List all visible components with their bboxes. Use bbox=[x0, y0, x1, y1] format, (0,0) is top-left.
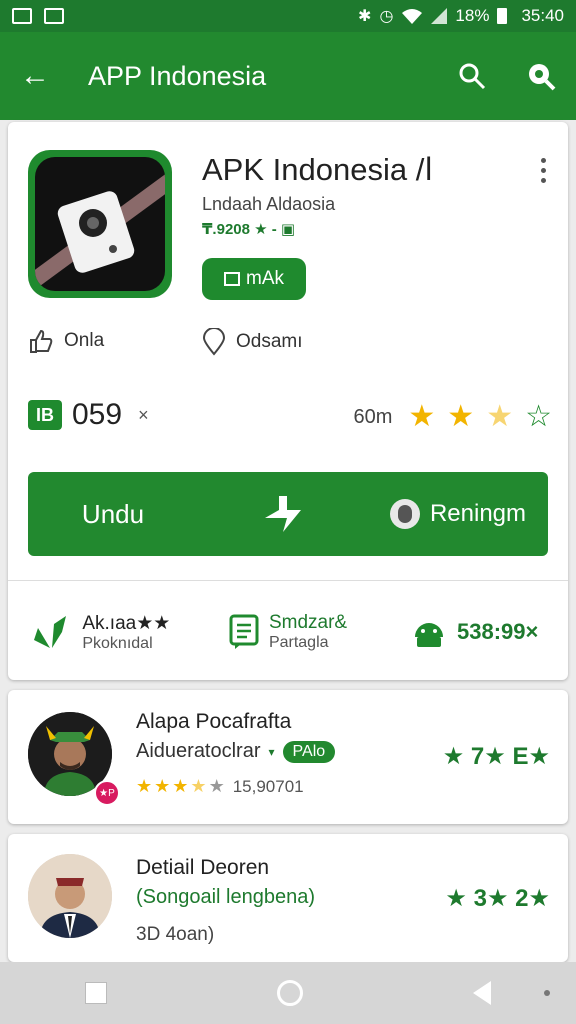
star-icon: ★ bbox=[172, 776, 189, 796]
location-pin-icon bbox=[202, 328, 226, 356]
review-stars: ★ ★ ★ ★ ★ 15,90701 bbox=[136, 776, 304, 797]
signal-icon bbox=[431, 8, 448, 24]
action-bar: Undu Reningm bbox=[28, 472, 548, 556]
back-arrow-icon[interactable]: ← bbox=[20, 59, 60, 93]
report-label: Reningm bbox=[429, 500, 527, 527]
star-half-icon: ★ bbox=[190, 776, 207, 796]
feature-right-label: Odsamı bbox=[236, 331, 303, 352]
alarm-icon: ◷ bbox=[379, 8, 394, 25]
avatar bbox=[28, 854, 112, 938]
info-cell-1-sub: Pkoknıdal bbox=[82, 634, 153, 652]
system-nav-bar bbox=[0, 962, 576, 1024]
review-card[interactable]: Detiail Deoren (Songoail lengbena) 3D 4o… bbox=[8, 834, 568, 962]
reviewer-subtitle-text: Aidueratoclrar bbox=[136, 740, 261, 762]
install-stat: IB 059 × bbox=[28, 398, 149, 432]
download-button[interactable]: Undu bbox=[28, 499, 198, 530]
image-icon bbox=[44, 8, 64, 24]
review-rating: ★ 3★ 2★ bbox=[445, 885, 550, 912]
avatar-badge: ★P bbox=[94, 780, 120, 806]
camera-logo-icon bbox=[35, 174, 165, 290]
notification-icon bbox=[12, 8, 32, 24]
feature-left[interactable]: Onla bbox=[28, 328, 104, 354]
star-empty-icon: ☆ bbox=[525, 400, 552, 433]
review-card[interactable]: ★P Alapa Pocafrafta Aidueratoclrar ▾ PAl… bbox=[8, 690, 568, 824]
thumbs-up-icon bbox=[30, 329, 53, 353]
bluetooth-icon: ✱ bbox=[358, 8, 372, 25]
badge-label: mAk bbox=[246, 268, 284, 289]
stat-number: 059 bbox=[72, 398, 123, 431]
divider bbox=[8, 580, 568, 581]
content-badge[interactable]: mAk bbox=[202, 258, 306, 300]
android-icon bbox=[415, 623, 443, 647]
size-text: 60m bbox=[353, 405, 393, 428]
plus-arrow-icon bbox=[265, 496, 301, 532]
reviewer-tag[interactable]: PAlo bbox=[282, 740, 336, 763]
star-half-icon: ★ bbox=[486, 400, 514, 433]
info-cell-2-sub: Partagla bbox=[268, 634, 329, 651]
battery-text: 18% bbox=[455, 6, 490, 25]
report-button[interactable]: Reningm bbox=[368, 499, 548, 529]
search-filled-icon[interactable] bbox=[526, 61, 556, 91]
more-options-icon[interactable] bbox=[541, 158, 546, 183]
app-bar-title: APP Indonesia bbox=[88, 60, 267, 91]
back-icon[interactable] bbox=[473, 981, 491, 1005]
stat-icon: IB bbox=[28, 400, 62, 430]
info-cell-1-title: Ak.ıaa★★ bbox=[82, 612, 171, 634]
review-count: 15,90701 bbox=[232, 776, 304, 796]
info-cell-1[interactable]: Ak.ıaa★★ Pkoknıdal bbox=[8, 612, 195, 653]
bug-icon bbox=[389, 499, 420, 529]
info-cell-2-title: Smdzar& bbox=[268, 612, 348, 633]
reviewer-footer: 3D 4oan) bbox=[136, 924, 215, 945]
clock: 35:40 bbox=[521, 6, 564, 25]
info-row: Ak.ıaa★★ Pkoknıdal Smdzar& Partagla 538:… bbox=[8, 592, 568, 672]
wifi-icon bbox=[402, 9, 423, 24]
info-cell-3-value: 538:99× bbox=[457, 619, 539, 644]
reviewer-subtitle: Aidueratoclrar ▾ PAlo bbox=[136, 740, 336, 763]
message-icon bbox=[229, 614, 259, 649]
star-icon: ★ bbox=[408, 400, 436, 433]
share-button[interactable] bbox=[198, 494, 368, 534]
size-rating: 60m ★ ★ ★ ☆ bbox=[353, 402, 552, 432]
star-icon: ★ bbox=[136, 776, 153, 796]
app-title: APK Indonesia /ا bbox=[202, 152, 433, 187]
stat-suffix: × bbox=[138, 404, 149, 425]
reviewer-name: Detiail Deoren bbox=[136, 856, 270, 879]
info-cell-2[interactable]: Smdzar& Partagla bbox=[195, 612, 382, 652]
feature-right[interactable]: Odsamı bbox=[202, 328, 303, 356]
app-meta: ₸.9208 ★ - ▣ bbox=[202, 221, 296, 238]
home-icon[interactable] bbox=[277, 980, 303, 1006]
feature-left-label: Onla bbox=[64, 330, 105, 351]
menu-dot-icon[interactable] bbox=[544, 990, 550, 996]
star-icon: ★ bbox=[447, 400, 475, 433]
developer-name[interactable]: Lndaah Aldaosia bbox=[202, 194, 335, 215]
star-empty-icon: ★ bbox=[208, 776, 225, 796]
star-icon: ★ bbox=[154, 776, 171, 796]
battery-icon bbox=[497, 8, 508, 24]
app-logo bbox=[28, 150, 172, 298]
recents-icon[interactable] bbox=[85, 982, 107, 1004]
reviewer-subtitle: (Songoail lengbena) bbox=[136, 886, 316, 908]
app-details-card: APK Indonesia /ا Lndaah Aldaosia ₸.9208 … bbox=[8, 122, 568, 680]
review-rating: ★ 7★ E★ bbox=[442, 743, 550, 770]
reviewer-name: Alapa Pocafrafta bbox=[136, 710, 292, 733]
search-icon[interactable] bbox=[458, 62, 486, 90]
dropdown-icon[interactable]: ▾ bbox=[269, 745, 275, 759]
plant-icon bbox=[34, 616, 67, 648]
status-bar: ✱ ◷ 18% 35:40 bbox=[0, 0, 576, 32]
info-cell-3[interactable]: 538:99× bbox=[381, 615, 568, 649]
app-bar: ← APP Indonesia bbox=[0, 32, 576, 120]
person-avatar-icon bbox=[28, 854, 112, 938]
badge-square-icon bbox=[224, 272, 240, 286]
